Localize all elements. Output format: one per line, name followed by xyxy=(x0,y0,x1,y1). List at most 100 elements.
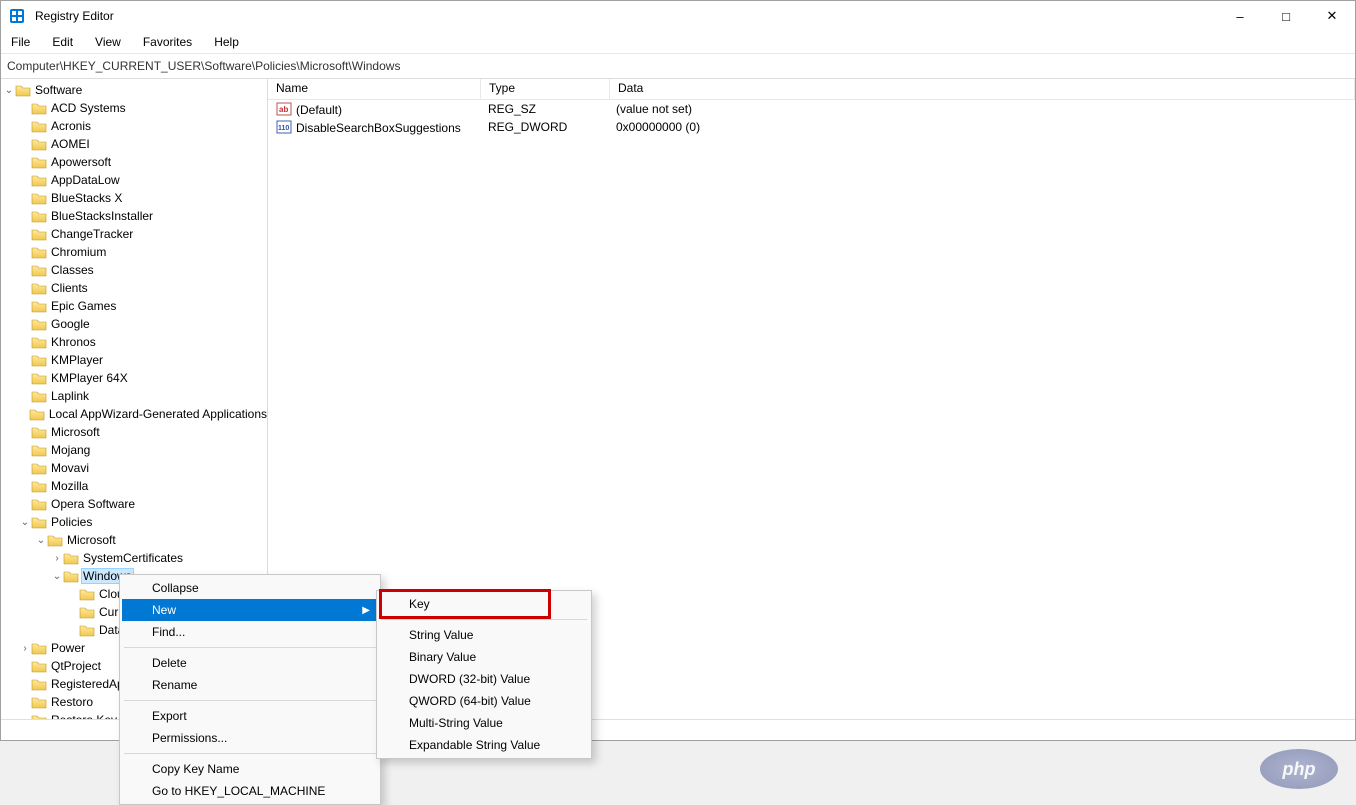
context-submenu-new: Key String Value Binary Value DWORD (32-… xyxy=(376,590,592,759)
tree-item[interactable]: KMPlayer 64X xyxy=(1,369,267,387)
tree-item[interactable]: Laplink xyxy=(1,387,267,405)
values-header: Name Type Data xyxy=(268,79,1355,100)
expand-arrow-icon[interactable]: ⌄ xyxy=(3,85,15,96)
tree-item[interactable]: Khronos xyxy=(1,333,267,351)
close-button[interactable]: ✕ xyxy=(1309,1,1355,31)
tree-item-label: QtProject xyxy=(51,659,101,673)
col-header-type[interactable]: Type xyxy=(481,79,610,99)
ctx-delete[interactable]: Delete xyxy=(122,652,378,674)
tree-item[interactable]: Opera Software xyxy=(1,495,267,513)
tree-item[interactable]: Chromium xyxy=(1,243,267,261)
tree-item[interactable]: BlueStacksInstaller xyxy=(1,207,267,225)
titlebar[interactable]: Registry Editor – □ ✕ xyxy=(1,1,1355,31)
tree-item[interactable]: Movavi xyxy=(1,459,267,477)
folder-icon xyxy=(31,443,47,457)
submenu-binary[interactable]: Binary Value xyxy=(379,646,589,668)
folder-icon xyxy=(31,137,47,151)
folder-icon xyxy=(79,587,95,601)
folder-icon xyxy=(31,425,47,439)
tree-item[interactable]: ⌄ Microsoft xyxy=(1,531,267,549)
submenu-string[interactable]: String Value xyxy=(379,624,589,646)
tree-item-label: Restoro Key xyxy=(51,713,117,719)
value-type: REG_SZ xyxy=(480,102,608,116)
tree-item-label: ACD Systems xyxy=(51,101,126,115)
col-header-name[interactable]: Name xyxy=(268,79,481,99)
tree-item[interactable]: KMPlayer xyxy=(1,351,267,369)
ctx-rename[interactable]: Rename xyxy=(122,674,378,696)
tree-item-label: KMPlayer 64X xyxy=(51,371,128,385)
tree-item[interactable]: Mozilla xyxy=(1,477,267,495)
tree-item[interactable]: BlueStacks X xyxy=(1,189,267,207)
submenu-key[interactable]: Key xyxy=(379,593,589,615)
tree-item[interactable]: Apowersoft xyxy=(1,153,267,171)
menu-view[interactable]: View xyxy=(91,33,125,51)
tree-item[interactable]: Epic Games xyxy=(1,297,267,315)
tree-item[interactable]: Local AppWizard-Generated Applications xyxy=(1,405,267,423)
value-row[interactable]: DisableSearchBoxSuggestions REG_DWORD 0x… xyxy=(268,118,1355,136)
tree-item[interactable]: Google xyxy=(1,315,267,333)
tree-item[interactable]: ChangeTracker xyxy=(1,225,267,243)
tree-item-label: AppDataLow xyxy=(51,173,120,187)
tree-item[interactable]: AOMEI xyxy=(1,135,267,153)
folder-icon xyxy=(63,551,79,565)
tree-item[interactable]: ⌄ Policies xyxy=(1,513,267,531)
submenu-expand[interactable]: Expandable String Value xyxy=(379,734,589,756)
ctx-export[interactable]: Export xyxy=(122,705,378,727)
folder-icon xyxy=(47,533,63,547)
ctx-permissions[interactable]: Permissions... xyxy=(122,727,378,749)
tree-item[interactable]: Microsoft xyxy=(1,423,267,441)
menu-edit[interactable]: Edit xyxy=(48,33,77,51)
expand-arrow-icon[interactable]: ⌄ xyxy=(51,571,63,582)
expand-arrow-icon[interactable]: › xyxy=(19,643,31,654)
address-path: Computer\HKEY_CURRENT_USER\Software\Poli… xyxy=(7,59,400,73)
folder-icon xyxy=(31,119,47,133)
submenu-qword[interactable]: QWORD (64-bit) Value xyxy=(379,690,589,712)
expand-arrow-icon[interactable]: ⌄ xyxy=(19,517,31,528)
tree-item[interactable]: ⌄ Software xyxy=(1,81,267,99)
tree-item-label: Google xyxy=(51,317,90,331)
tree-item[interactable]: Mojang xyxy=(1,441,267,459)
menu-favorites[interactable]: Favorites xyxy=(139,33,196,51)
expand-arrow-icon[interactable]: ⌄ xyxy=(35,535,47,546)
tree-item-label: BlueStacks X xyxy=(51,191,122,205)
tree-item[interactable]: Acronis xyxy=(1,117,267,135)
minimize-button[interactable]: – xyxy=(1217,1,1263,31)
menu-file[interactable]: File xyxy=(7,33,34,51)
folder-icon xyxy=(31,245,47,259)
folder-icon xyxy=(63,569,79,583)
tree-item[interactable]: ACD Systems xyxy=(1,99,267,117)
tree-item-label: Microsoft xyxy=(67,533,116,547)
maximize-button[interactable]: □ xyxy=(1263,1,1309,31)
ctx-new-label: New xyxy=(152,603,176,617)
folder-icon xyxy=(31,191,47,205)
folder-icon xyxy=(31,101,47,115)
folder-icon xyxy=(15,83,31,97)
expand-arrow-icon[interactable]: › xyxy=(51,553,63,564)
tree-item-label: Policies xyxy=(51,515,92,529)
folder-icon xyxy=(31,479,47,493)
col-header-data[interactable]: Data xyxy=(610,79,1355,99)
folder-icon xyxy=(31,389,47,403)
submenu-multi[interactable]: Multi-String Value xyxy=(379,712,589,734)
tree-item[interactable]: Classes xyxy=(1,261,267,279)
value-row[interactable]: (Default) REG_SZ (value not set) xyxy=(268,100,1355,118)
ctx-copy-key[interactable]: Copy Key Name xyxy=(122,758,378,780)
tree-item[interactable]: Clients xyxy=(1,279,267,297)
tree-item[interactable]: AppDataLow xyxy=(1,171,267,189)
tree-item-label: SystemCertificates xyxy=(83,551,183,565)
folder-icon xyxy=(31,317,47,331)
tree-item-label: Mojang xyxy=(51,443,90,457)
folder-icon xyxy=(31,371,47,385)
value-data: 0x00000000 (0) xyxy=(608,120,1355,134)
tree-item[interactable]: › SystemCertificates xyxy=(1,549,267,567)
string-value-icon xyxy=(276,101,292,117)
submenu-dword[interactable]: DWORD (32-bit) Value xyxy=(379,668,589,690)
menu-help[interactable]: Help xyxy=(210,33,243,51)
ctx-new[interactable]: New ▶ xyxy=(122,599,378,621)
ctx-collapse[interactable]: Collapse xyxy=(122,577,378,599)
addressbar[interactable]: Computer\HKEY_CURRENT_USER\Software\Poli… xyxy=(1,54,1355,79)
ctx-find[interactable]: Find... xyxy=(122,621,378,643)
tree-item-label: ChangeTracker xyxy=(51,227,133,241)
folder-icon xyxy=(79,623,95,637)
ctx-goto-hklm[interactable]: Go to HKEY_LOCAL_MACHINE xyxy=(122,780,378,802)
